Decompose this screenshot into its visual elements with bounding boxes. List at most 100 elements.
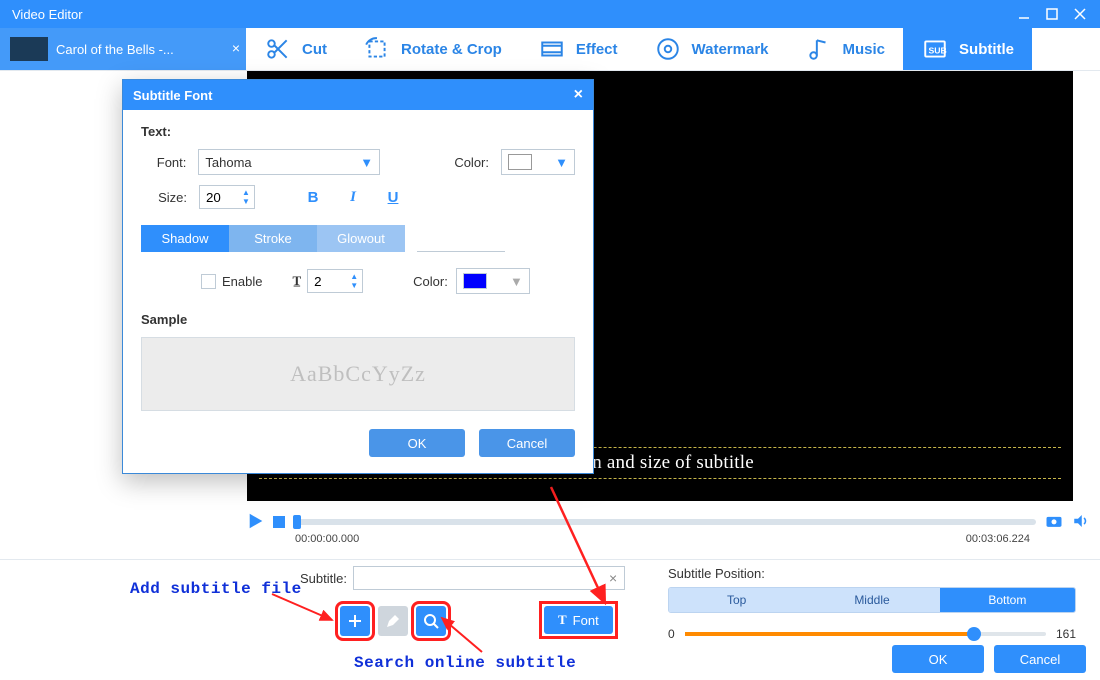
tab-shadow[interactable]: Shadow	[141, 225, 229, 252]
sample-label: Sample	[141, 312, 575, 327]
font-button-wrap: T Font	[544, 606, 613, 634]
seek-track[interactable]	[293, 519, 1036, 525]
tab-glowout[interactable]: Glowout	[317, 225, 405, 252]
subtitle-input-row: Subtitle: ×	[300, 566, 617, 590]
stop-button[interactable]	[273, 516, 285, 528]
size-label: Size:	[141, 190, 187, 205]
chevron-down-icon: ▼	[555, 155, 568, 170]
edit-subtitle-button	[378, 606, 408, 636]
font-combo[interactable]: Tahoma ▼	[198, 149, 380, 175]
minimize-button[interactable]	[1010, 0, 1038, 28]
position-bottom[interactable]: Bottom	[940, 588, 1075, 612]
clear-subtitle-icon[interactable]: ×	[609, 570, 617, 586]
cancel-button[interactable]: Cancel	[994, 645, 1086, 673]
slider-max: 161	[1056, 627, 1076, 641]
add-subtitle-button[interactable]	[340, 606, 370, 636]
project-tab[interactable]: Carol of the Bells -... ×	[0, 28, 246, 70]
tool-watermark[interactable]: Watermark	[636, 28, 787, 70]
thickness-icon: T̲	[292, 273, 301, 289]
main-area: ition and size of subtitle 00:00:00.000 …	[0, 71, 1100, 680]
chevron-down-icon: ▼	[360, 155, 373, 170]
tool-subtitle[interactable]: SUB Subtitle	[903, 28, 1032, 70]
dialog-ok-button[interactable]: OK	[369, 429, 465, 457]
spinner-arrows-icon[interactable]: ▲▼	[347, 271, 361, 291]
shadow-color-swatch	[463, 273, 487, 289]
ok-button[interactable]: OK	[892, 645, 984, 673]
main-toolbar: Cut Rotate & Crop Effect Watermark Music…	[246, 28, 1100, 70]
checkbox-icon	[201, 274, 216, 289]
pencil-icon	[385, 613, 401, 629]
chevron-down-icon: ▼	[510, 274, 523, 289]
effect-icon	[538, 35, 566, 63]
seek-knob[interactable]	[293, 515, 301, 529]
slider-min: 0	[668, 627, 675, 641]
subtitle-position-title: Subtitle Position:	[668, 566, 1076, 581]
slider-knob[interactable]	[967, 627, 981, 641]
search-subtitle-button[interactable]	[416, 606, 446, 636]
shadow-color-combo[interactable]: ▼	[456, 268, 530, 294]
subtitle-font-dialog: Subtitle Font × Text: Font: Tahoma ▼ Col…	[122, 79, 594, 474]
position-middle[interactable]: Middle	[804, 588, 939, 612]
subtitle-label: Subtitle:	[300, 571, 347, 586]
effect-tabs: Shadow Stroke Glowout	[141, 225, 575, 252]
shadow-color-label: Color:	[413, 274, 448, 289]
annotation-add: Add subtitle file	[130, 580, 302, 598]
text-color-label: Color:	[444, 155, 489, 170]
text-color-combo[interactable]: ▼	[501, 149, 575, 175]
snapshot-button[interactable]	[1044, 511, 1064, 534]
subtitle-icon: SUB	[921, 35, 949, 63]
search-icon	[423, 613, 439, 629]
subtitle-input[interactable]	[353, 566, 625, 590]
maximize-button[interactable]	[1038, 0, 1066, 28]
dialog-footer: OK Cancel	[141, 429, 575, 457]
tab-stroke[interactable]: Stroke	[229, 225, 317, 252]
play-button[interactable]	[247, 512, 265, 533]
slider-fill	[685, 632, 974, 636]
music-icon	[805, 35, 833, 63]
subtitle-action-row	[340, 606, 446, 636]
tabs-separator	[417, 238, 505, 252]
plus-icon	[347, 613, 363, 629]
watermark-icon	[654, 35, 682, 63]
dialog-titlebar: Subtitle Font ×	[123, 80, 593, 110]
close-window-button[interactable]	[1066, 0, 1094, 28]
font-button[interactable]: T Font	[544, 606, 613, 634]
thickness-spinner[interactable]: ▲▼	[307, 269, 363, 293]
time-labels: 00:00:00.000 00:03:06.224	[295, 533, 1030, 545]
italic-button[interactable]: I	[339, 189, 367, 206]
font-t-icon: T	[558, 612, 567, 628]
close-project-icon[interactable]: ×	[232, 40, 240, 56]
tool-effect[interactable]: Effect	[520, 28, 636, 70]
toolbar-row: Carol of the Bells -... × Cut Rotate & C…	[0, 28, 1100, 71]
position-segmented: Top Middle Bottom	[668, 587, 1076, 613]
playback-controls	[247, 509, 1090, 535]
font-label: Font:	[141, 155, 186, 170]
bottom-panel: Subtitle: × T Font Subtitle Position:	[0, 559, 1100, 680]
underline-button[interactable]: U	[379, 189, 407, 206]
scissors-icon	[264, 35, 292, 63]
project-thumbnail	[10, 37, 48, 61]
enable-checkbox[interactable]: Enable	[201, 274, 262, 289]
position-slider[interactable]	[685, 632, 1046, 636]
bold-button[interactable]: B	[299, 189, 327, 206]
spinner-arrows-icon[interactable]: ▲▼	[239, 187, 253, 207]
text-color-swatch	[508, 154, 532, 170]
dialog-cancel-button[interactable]: Cancel	[479, 429, 575, 457]
time-total: 00:03:06.224	[966, 533, 1030, 545]
tool-cut[interactable]: Cut	[246, 28, 345, 70]
position-slider-row: 0 161	[668, 627, 1076, 641]
text-section-label: Text:	[141, 124, 575, 139]
enable-label: Enable	[222, 274, 262, 289]
position-top[interactable]: Top	[669, 588, 804, 612]
sample-preview: AaBbCcYyZz	[141, 337, 575, 411]
tool-rotate-crop[interactable]: Rotate & Crop	[345, 28, 520, 70]
size-spinner[interactable]: ▲▼	[199, 185, 255, 209]
tool-music[interactable]: Music	[787, 28, 904, 70]
rotate-crop-icon	[363, 35, 391, 63]
subtitle-position-panel: Subtitle Position: Top Middle Bottom 0 1…	[668, 566, 1076, 641]
time-current: 00:00:00.000	[295, 533, 359, 545]
dialog-close-icon[interactable]: ×	[574, 86, 583, 104]
volume-button[interactable]	[1072, 512, 1090, 533]
svg-text:SUB: SUB	[929, 45, 947, 55]
title-bar: Video Editor	[0, 0, 1100, 28]
